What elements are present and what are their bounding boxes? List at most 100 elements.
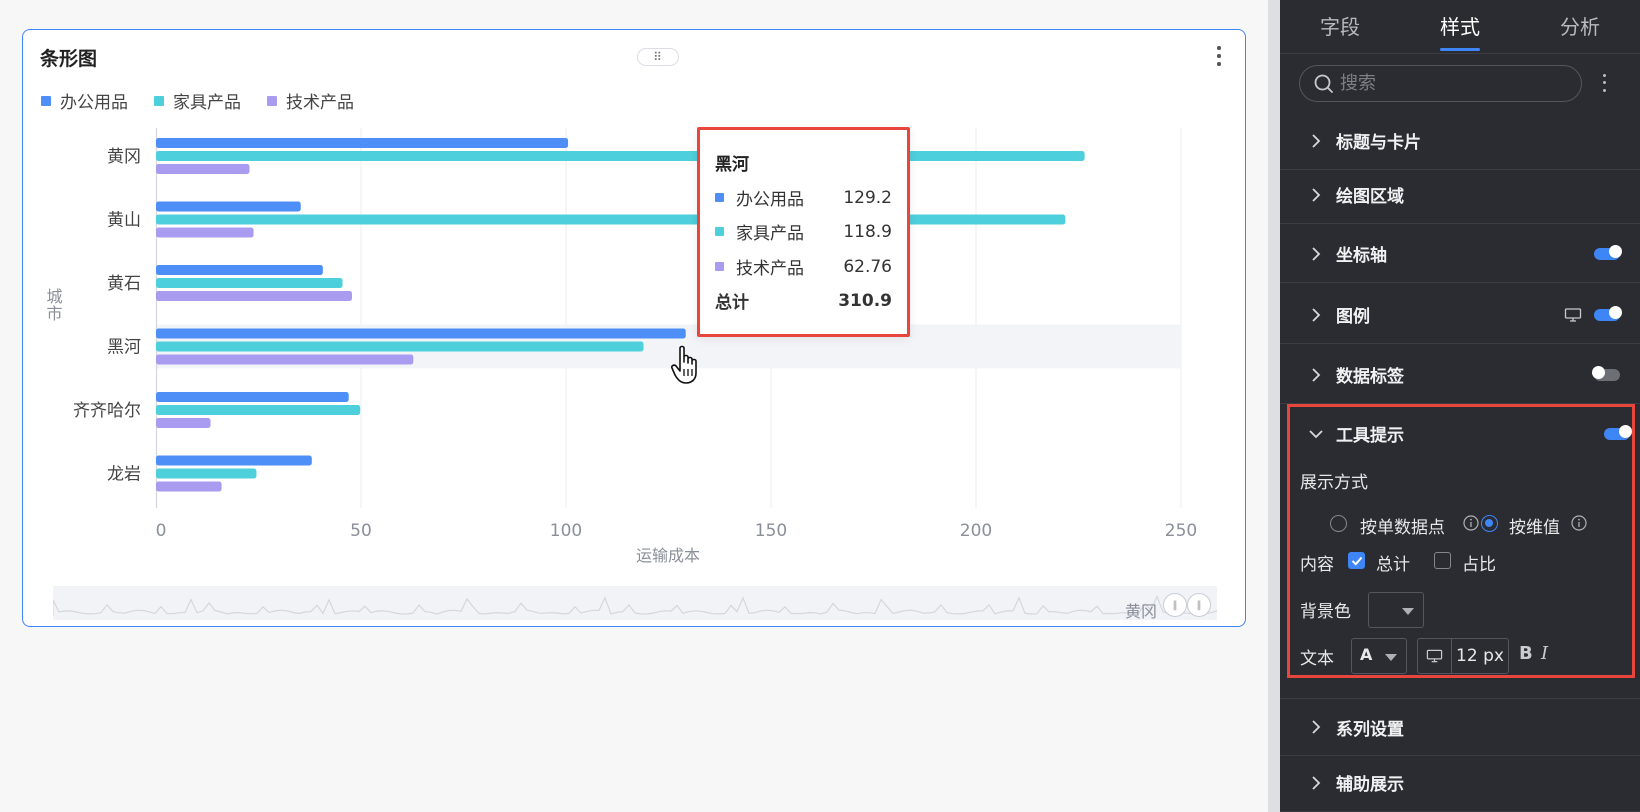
bar: [156, 214, 1066, 225]
chevron-right-icon: [1312, 720, 1321, 734]
bar-chart[interactable]: 0 50 100 150 200 250黄冈黄山黄石黑河齐齐哈尔龙岩运输成本城市: [23, 30, 1247, 628]
bar: [156, 265, 323, 275]
section-plot-area[interactable]: 绘图区域: [1280, 166, 1640, 224]
search-box[interactable]: [1299, 65, 1582, 102]
style-panel: 字段 样式 分析 标题与卡片 绘图区域 坐标轴 图例 数据标签: [1280, 0, 1640, 812]
tab-analysis[interactable]: 分析: [1530, 0, 1630, 53]
section-series[interactable]: 系列设置: [1280, 698, 1640, 756]
bar: [156, 468, 257, 479]
chart-tooltip: 黑河 办公用品 129.2 家具产品 118.9 技术产品 62.76 总计 3…: [697, 127, 910, 337]
x-tick-label: 150: [755, 521, 787, 541]
x-tick-label: 250: [1165, 521, 1197, 541]
search-icon: [1314, 74, 1333, 93]
radio-single-point[interactable]: [1330, 515, 1347, 532]
tooltip-row-value: 118.9: [843, 221, 892, 242]
bar: [156, 227, 254, 238]
section-aux[interactable]: 辅助展示: [1280, 754, 1640, 812]
checkbox-total[interactable]: [1348, 552, 1365, 569]
tooltip-total-label: 总计: [715, 293, 749, 313]
section-label: 图例: [1336, 307, 1370, 327]
bar: [156, 392, 349, 402]
chevron-down-icon: [1309, 429, 1323, 438]
bar: [156, 138, 569, 148]
font-size-input[interactable]: 12 px: [1452, 639, 1508, 673]
chevron-right-icon: [1312, 133, 1321, 148]
percent-option-label: 占比: [1462, 555, 1496, 575]
legend-toggle[interactable]: [1594, 306, 1622, 321]
device-selector[interactable]: [1418, 639, 1452, 673]
y-tick-label: 黄石: [107, 274, 141, 294]
section-data-label[interactable]: 数据标签: [1280, 346, 1640, 404]
option-dimension-label: 按维值: [1509, 518, 1560, 538]
data-label-toggle[interactable]: [1592, 366, 1620, 381]
tooltip-total-row: 总计 310.9: [715, 288, 892, 314]
tooltip-row-value: 129.2: [843, 187, 892, 208]
section-label: 标题与卡片: [1336, 133, 1421, 153]
y-tick-label: 龙岩: [107, 465, 141, 485]
tooltip-toggle[interactable]: [1604, 425, 1632, 440]
tooltip-row-value: 62.76: [843, 256, 892, 277]
data-zoom-slider[interactable]: 黄冈 ‖ ‖: [53, 586, 1217, 621]
section-legend[interactable]: 图例: [1280, 286, 1640, 344]
total-option-label: 总计: [1376, 555, 1410, 575]
section-label: 绘图区域: [1336, 187, 1404, 207]
tooltip-title: 黑河: [715, 155, 749, 175]
chevron-right-icon: [1312, 246, 1321, 261]
y-tick-label: 黄山: [107, 211, 141, 231]
tab-style[interactable]: 样式: [1410, 0, 1510, 53]
bar: [156, 405, 361, 415]
info-icon[interactable]: [1571, 515, 1587, 531]
axis-toggle[interactable]: [1594, 245, 1622, 260]
section-title-card[interactable]: 标题与卡片: [1280, 112, 1640, 170]
panel-divider[interactable]: [1268, 0, 1280, 812]
y-axis-title: 城市: [44, 288, 63, 322]
panel-tabs: 字段 样式 分析: [1280, 0, 1640, 54]
content-label: 内容: [1300, 555, 1334, 575]
tooltip-swatch: [715, 227, 724, 236]
bg-color-label: 背景色: [1300, 602, 1351, 622]
minimap-sparkline: [53, 594, 1217, 616]
info-icon[interactable]: [1463, 515, 1479, 531]
section-axis[interactable]: 坐标轴: [1280, 225, 1640, 283]
bar: [156, 455, 312, 466]
tooltip-row-label: 技术产品: [736, 259, 804, 279]
monitor-icon[interactable]: [1564, 307, 1582, 322]
checkbox-percent[interactable]: [1434, 552, 1451, 569]
bar: [156, 278, 343, 288]
tooltip-swatch: [715, 262, 724, 271]
y-tick-label: 黄冈: [107, 147, 141, 167]
chevron-right-icon: [1312, 307, 1321, 322]
bar: [156, 341, 644, 352]
section-label: 数据标签: [1336, 367, 1404, 387]
radio-dimension-value[interactable]: [1481, 515, 1498, 532]
bg-color-picker[interactable]: [1368, 592, 1424, 628]
tab-fields[interactable]: 字段: [1290, 0, 1390, 53]
section-label: 辅助展示: [1336, 775, 1404, 795]
tooltip-row: 家具产品 118.9: [715, 219, 892, 244]
bar: [156, 164, 250, 174]
section-tooltip: 工具提示 展示方式 按单数据点 按维值 内容 总计 占比 背景色 文本 A 12…: [1287, 404, 1635, 678]
bar: [156, 481, 222, 492]
tooltip-total-value: 310.9: [838, 290, 892, 311]
chevron-right-icon: [1312, 187, 1321, 202]
bar: [156, 291, 352, 301]
section-label: 坐标轴: [1336, 246, 1387, 266]
chart-card[interactable]: ⠿ 条形图 办公用品 家具产品 技术产品 0 50 100 150 200 250 黄冈 黄山…: [22, 29, 1246, 627]
section-tooltip-header[interactable]: 工具提示: [1306, 421, 1632, 446]
bar: [156, 328, 686, 339]
tooltip-row: 技术产品 62.76: [715, 254, 892, 279]
x-tick-label: 0: [156, 521, 167, 541]
bar: [156, 418, 211, 428]
chevron-right-icon: [1312, 367, 1321, 382]
tooltip-row: 办公用品 129.2: [715, 185, 892, 210]
bold-button[interactable]: B: [1519, 643, 1533, 664]
tooltip-row-label: 办公用品: [736, 190, 804, 210]
font-color-picker[interactable]: A: [1351, 638, 1407, 674]
slider-handle-right[interactable]: ‖: [1187, 593, 1211, 617]
section-label: 系列设置: [1336, 719, 1404, 740]
panel-more-icon[interactable]: [1598, 72, 1610, 94]
slider-handle-left[interactable]: ‖: [1163, 593, 1187, 617]
drag-handle-icon[interactable]: ⠿: [637, 48, 679, 66]
italic-button[interactable]: I: [1541, 643, 1548, 664]
search-input[interactable]: [1340, 73, 1560, 94]
